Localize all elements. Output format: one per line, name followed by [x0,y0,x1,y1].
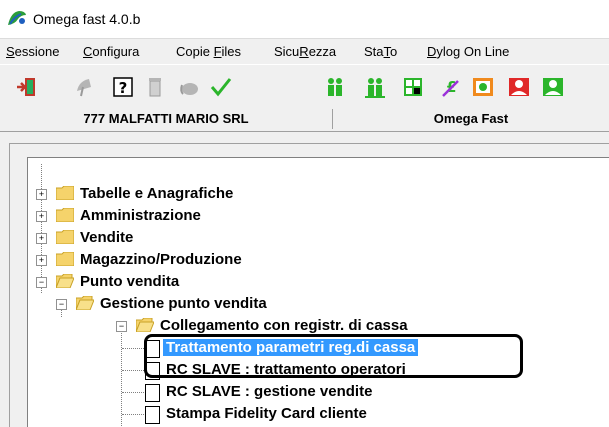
folder-icon [56,186,74,200]
omega-app-icon [8,11,26,25]
help-icon[interactable]: ? [110,74,136,100]
trash-icon[interactable] [142,74,168,100]
title-bar: Omega fast 4.0.b [0,0,609,38]
toolbar: ? £ [0,64,609,108]
collapse-icon[interactable]: − [56,299,67,310]
product-name: Omega Fast [433,111,509,126]
expand-icon[interactable]: + [36,233,47,244]
tree-item-label: Stampa Fidelity Card cliente [166,405,367,422]
menu-sessione[interactable]: Sessione [6,44,59,59]
navigation-tree[interactable]: + Tabelle e Anagrafiche + Amministrazion… [27,157,609,427]
content-area: + Tabelle e Anagrafiche + Amministrazion… [0,132,609,427]
tree-item-label: Amministrazione [80,207,201,224]
open-folder-icon [56,274,74,288]
tree-item-label: Collegamento con registr. di cassa [160,317,408,334]
header-bar: 777 MALFATTI MARIO SRL Omega Fast [0,107,609,132]
expand-icon[interactable]: + [36,255,47,266]
users-alt-icon[interactable] [362,74,388,100]
tree-item-label: Gestione punto vendita [100,295,267,312]
checkmark-icon[interactable] [208,74,234,100]
tree-line [121,330,122,427]
tree-line [122,370,144,371]
menu-copie-files[interactable]: Copie Files [176,44,241,59]
menu-bar: Sessione Configura Copie Files SicuRezza… [0,38,609,64]
menu-dylog-on-line[interactable]: Dylog On Line [427,44,509,59]
money-green-icon[interactable] [540,74,566,100]
tree-item-label: Punto vendita [80,273,180,290]
paint-bucket-icon[interactable] [176,74,202,100]
expand-icon[interactable]: + [36,211,47,222]
svg-text:?: ? [119,79,128,97]
tree-item-label: Vendite [80,229,134,246]
tree-line [122,348,144,349]
main-window: Omega fast 4.0.b Sessione Configura Copi… [0,0,609,427]
tree-item-label: Magazzino/Produzione [80,251,242,268]
money-alt-icon[interactable] [506,74,532,100]
tree-item-label: Tabelle e Anagrafiche [80,185,234,202]
satellite-dish-icon[interactable] [72,74,98,100]
tree-line [122,414,144,415]
highlight-callout [144,334,523,378]
tree-line [41,164,42,293]
collapse-icon[interactable]: − [36,277,47,288]
collapse-icon[interactable]: − [116,321,127,332]
tree-item-label: RC SLAVE : gestione vendite [166,383,373,400]
company-name: 777 MALFATTI MARIO SRL [83,111,249,126]
folder-icon [56,208,74,222]
users-icon[interactable] [322,74,348,100]
folder-icon [56,230,74,244]
currency-icon[interactable]: £ [436,74,462,100]
expand-icon[interactable]: + [36,189,47,200]
menu-stato[interactable]: StaTo [364,44,397,59]
money-icon[interactable] [470,74,496,100]
calculator-icon[interactable] [400,74,426,100]
folder-icon [56,252,74,266]
open-folder-icon [76,296,94,310]
open-folder-icon [136,318,154,332]
window-title: Omega fast 4.0.b [33,11,141,27]
menu-configura[interactable]: Configura [83,44,139,59]
tree-line [122,392,144,393]
menu-sicurezza[interactable]: SicuRezza [274,44,336,59]
document-icon [145,384,160,402]
document-icon [145,406,160,424]
exit-door-icon[interactable] [14,74,40,100]
